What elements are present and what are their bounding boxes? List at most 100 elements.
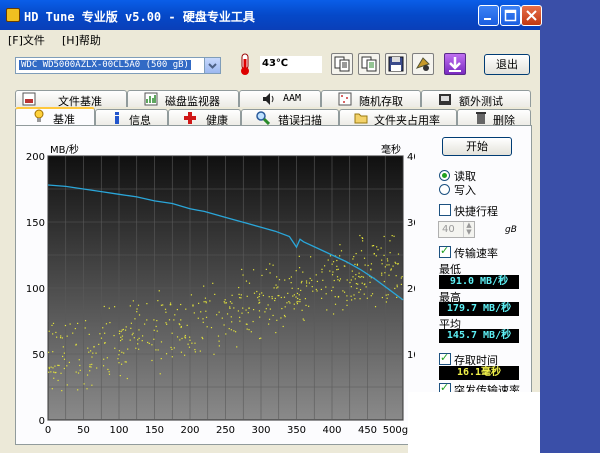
- tab-folder-usage[interactable]: 文件夹占用率: [339, 109, 457, 127]
- short-stroke-checkbox[interactable]: [439, 204, 451, 216]
- access-time-point: [164, 308, 167, 310]
- access-time-point: [304, 298, 307, 300]
- title-bar[interactable]: HD Tune 专业版 v5.00 - 硬盘专业工具: [0, 0, 542, 30]
- access-time-point: [205, 302, 207, 304]
- tab-aam[interactable]: AAM: [239, 90, 321, 107]
- file-benchmark-icon: [22, 92, 36, 106]
- start-button[interactable]: 开始: [442, 137, 512, 156]
- access-time-point: [52, 322, 55, 324]
- access-time-point: [289, 302, 291, 304]
- y-tick-label-left: 200: [26, 152, 45, 163]
- access-time-point: [202, 321, 204, 323]
- access-time-point: [146, 319, 148, 321]
- short-stroke-input[interactable]: 40 ▲ ▼: [438, 221, 475, 238]
- access-time-point: [338, 280, 341, 282]
- access-time-point: [64, 324, 67, 327]
- write-radio[interactable]: [439, 184, 450, 195]
- access-time-point: [339, 244, 341, 246]
- x-tick-label: 450: [358, 425, 377, 436]
- access-time-point: [136, 308, 138, 310]
- tab-random-access[interactable]: 随机存取: [321, 90, 421, 108]
- minimize-button[interactable]: [478, 5, 499, 26]
- tab-error-scan[interactable]: 错误扫描: [241, 109, 339, 127]
- access-time-point: [261, 274, 263, 277]
- tab-health[interactable]: 健康: [168, 109, 241, 127]
- access-time-point: [356, 263, 359, 265]
- access-time-point: [121, 351, 123, 353]
- access-time-point: [284, 306, 286, 308]
- exit-button[interactable]: 退出: [484, 54, 530, 75]
- drive-select[interactable]: WDC WD5000AZLX-00CL5A0 (500 gB): [15, 57, 221, 74]
- copy-all-button[interactable]: [358, 53, 380, 75]
- access-time-point: [176, 336, 179, 338]
- save-button[interactable]: [385, 53, 407, 75]
- access-time-point: [336, 259, 338, 262]
- options-button[interactable]: [412, 53, 434, 75]
- access-time-point: [282, 325, 284, 328]
- access-time-point: [240, 297, 242, 299]
- benchmark-icon: [34, 109, 44, 122]
- access-time-point: [245, 309, 247, 311]
- access-time-point: [286, 302, 288, 304]
- access-time-point: [343, 291, 346, 293]
- access-time-point: [88, 351, 90, 353]
- min-readout: 91.0 MB/秒: [439, 275, 519, 289]
- access-time-point: [337, 296, 339, 298]
- tab-info[interactable]: 信息: [95, 109, 168, 127]
- tab-extra-tests[interactable]: 额外测试: [421, 90, 531, 108]
- trash-icon: [476, 112, 486, 124]
- access-time-checkbox[interactable]: [439, 351, 451, 365]
- menu-file[interactable]: [F]文件: [8, 32, 45, 48]
- access-time-point: [333, 279, 335, 282]
- access-time-point: [132, 332, 134, 334]
- access-time-point: [218, 311, 220, 313]
- close-button[interactable]: [521, 5, 542, 26]
- access-time-point: [92, 352, 94, 354]
- access-time-point: [173, 347, 175, 349]
- read-radio[interactable]: [439, 170, 450, 181]
- access-time-point: [271, 296, 273, 298]
- chevron-down-icon[interactable]: [204, 58, 220, 73]
- access-time-point: [180, 351, 183, 353]
- access-time-point: [58, 364, 60, 367]
- access-time-point: [312, 290, 314, 292]
- x-tick-label: 0: [45, 425, 51, 436]
- disk-monitor-icon: [144, 92, 158, 106]
- maximize-button[interactable]: [500, 5, 521, 26]
- access-time-point: [239, 320, 241, 322]
- download-button[interactable]: [444, 53, 466, 75]
- access-time-point: [305, 280, 308, 282]
- access-time-point: [265, 308, 267, 310]
- copy-info-button[interactable]: [331, 53, 353, 75]
- access-time-point: [59, 337, 62, 339]
- access-time-point: [180, 319, 182, 321]
- transfer-rate-checkbox[interactable]: [439, 244, 451, 258]
- tab-benchmark[interactable]: 基准: [15, 107, 95, 126]
- access-time-point: [238, 293, 240, 295]
- access-time-point: [124, 329, 127, 331]
- access-time-point: [339, 255, 341, 257]
- access-time-point: [248, 282, 251, 284]
- access-time-point: [337, 279, 339, 281]
- access-time-point: [257, 296, 259, 299]
- access-time-point: [124, 361, 126, 363]
- access-time-point: [278, 279, 281, 281]
- tab-file-benchmark[interactable]: 文件基准: [15, 90, 127, 108]
- access-time-point: [336, 269, 338, 271]
- menu-help[interactable]: [H]帮助: [62, 32, 101, 48]
- tab-disk-monitor[interactable]: 磁盘监视器: [127, 90, 239, 108]
- access-time-point: [293, 294, 295, 296]
- spinner-arrows-icon[interactable]: ▲ ▼: [463, 222, 474, 237]
- hdtune-window: HD Tune 专业版 v5.00 - 硬盘专业工具 [F]文件 [H]帮助 W…: [0, 0, 542, 453]
- tab-erase[interactable]: 删除: [457, 109, 531, 127]
- access-time-point: [397, 253, 400, 255]
- access-time-point: [105, 323, 108, 325]
- access-time-point: [276, 276, 278, 278]
- access-time-point: [113, 334, 115, 337]
- access-time-point: [258, 293, 261, 295]
- access-time-point: [290, 276, 292, 278]
- access-time-point: [315, 288, 317, 291]
- access-time-point: [252, 320, 254, 323]
- access-time-point: [104, 332, 106, 334]
- y-tick-label-left: 50: [32, 350, 45, 361]
